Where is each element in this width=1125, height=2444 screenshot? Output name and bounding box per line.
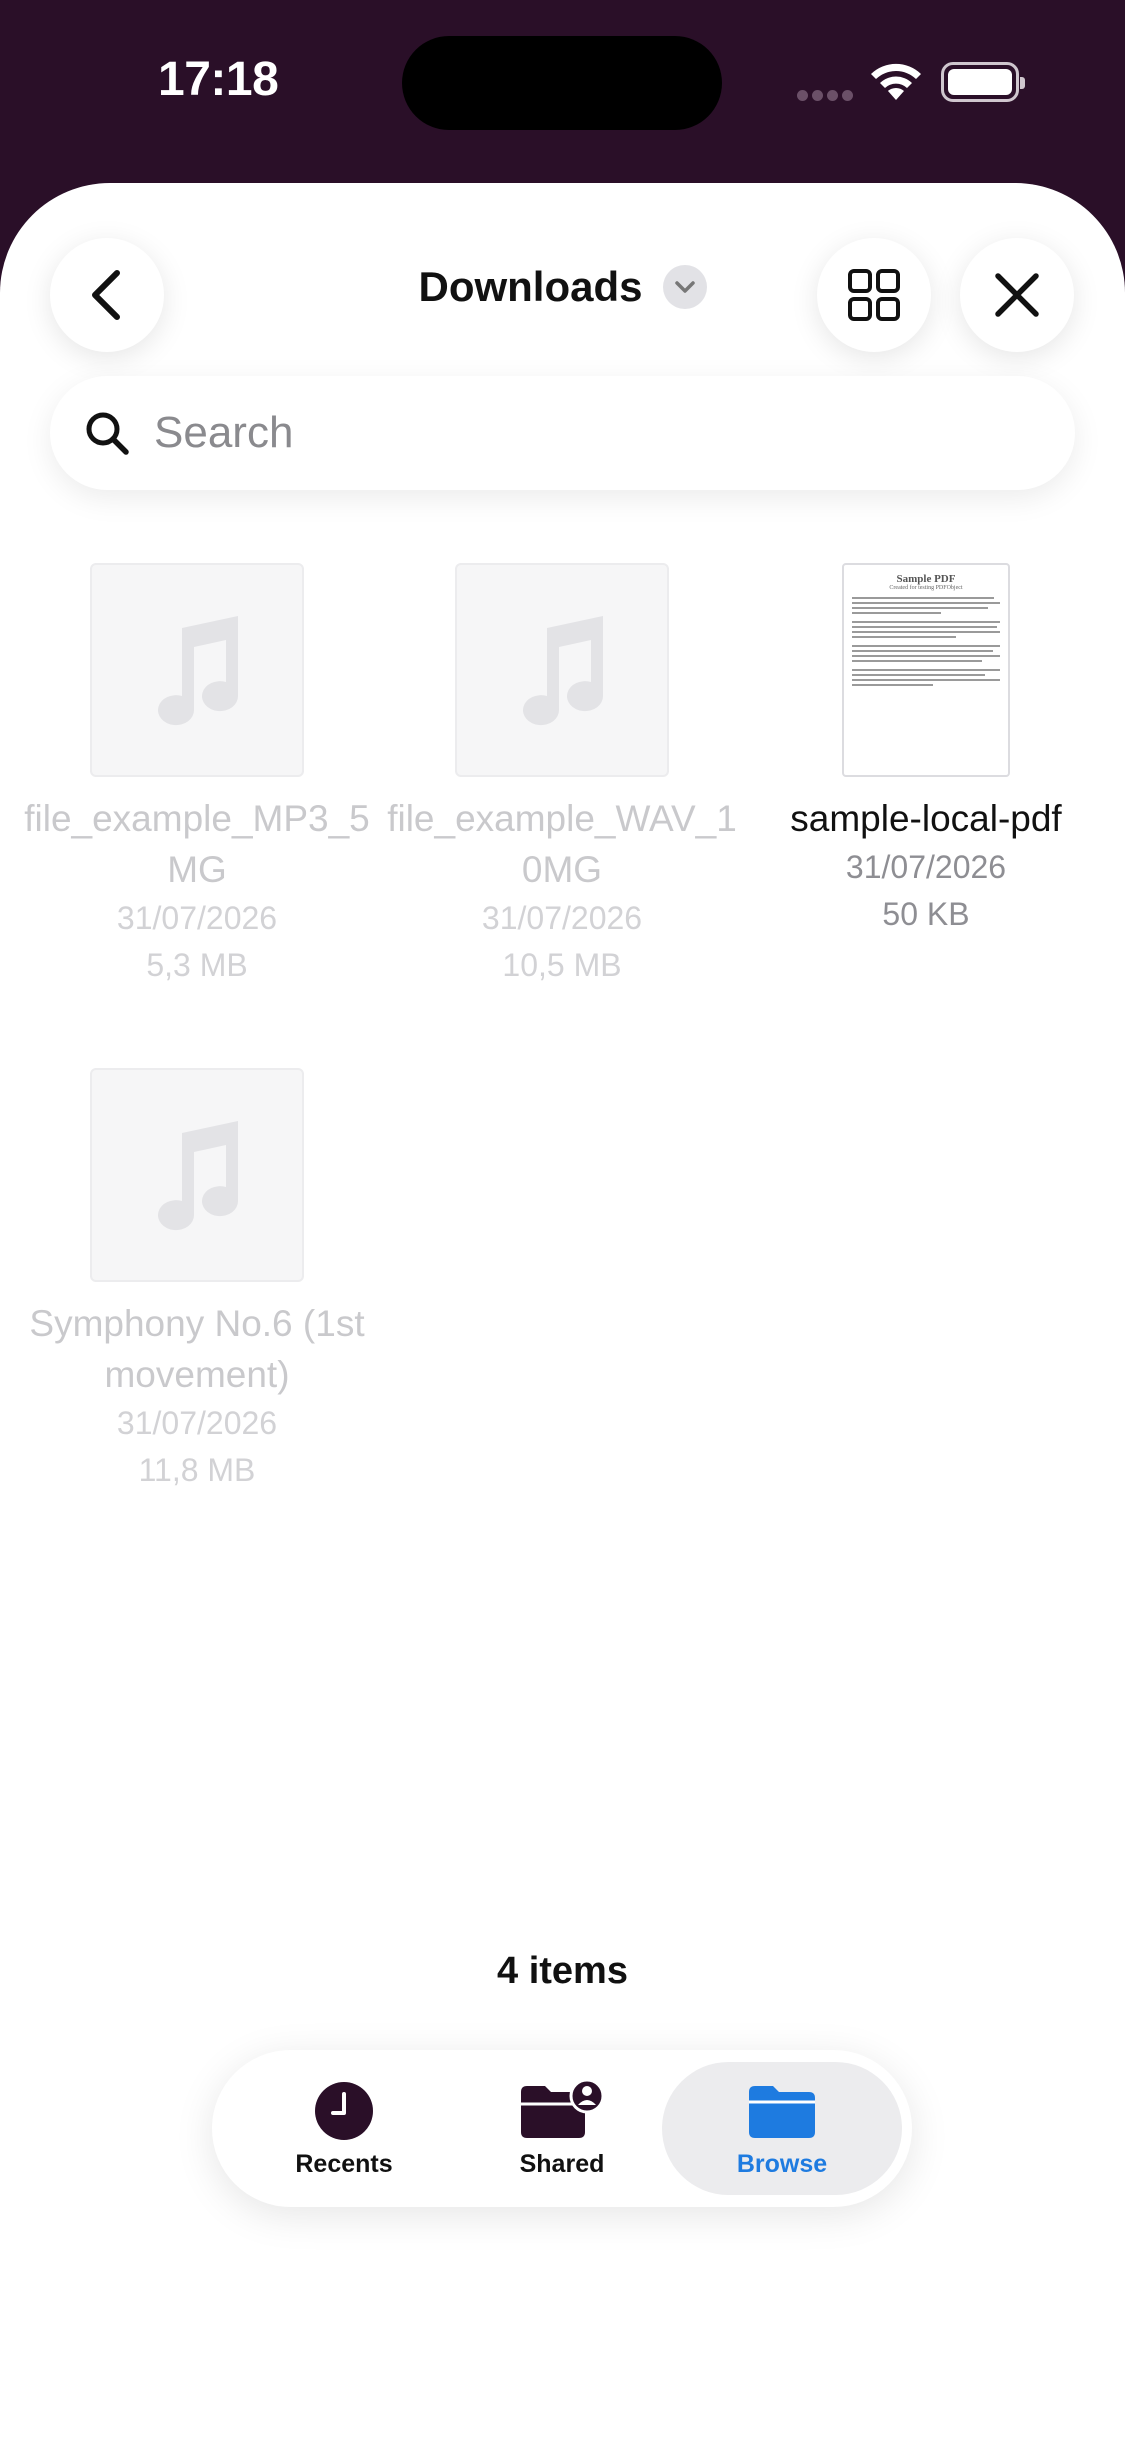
close-icon: [995, 273, 1039, 317]
search-input[interactable]: [154, 408, 1034, 458]
shared-folder-icon: [521, 2080, 605, 2138]
pdf-thumb-title: Sample PDF: [896, 573, 956, 585]
file-name: Symphony No.6 (1st movement): [29, 1303, 365, 1395]
close-button[interactable]: [960, 238, 1074, 352]
file-name: sample-local-pdf: [790, 798, 1062, 839]
file-size: 50 KB: [882, 896, 970, 932]
file-size: 11,8 MB: [138, 1452, 256, 1488]
folder-icon: [749, 2086, 815, 2138]
file-date: 31/07/2026: [116, 900, 278, 936]
battery-icon: [941, 62, 1025, 102]
wifi-icon: [871, 63, 921, 100]
status-bar: 17:18: [0, 0, 1125, 180]
page-title: Downloads: [418, 263, 643, 310]
tab-recents[interactable]: Recents: [224, 2062, 464, 2195]
file-size: 10,5 MB: [502, 947, 622, 983]
status-time: 17:18: [158, 53, 279, 106]
music-note-icon: [90, 1068, 304, 1282]
music-note-icon: [455, 563, 669, 777]
file-name: file_example_MP3_5MG: [24, 798, 370, 890]
tab-bar: Recents Shared Browse: [212, 2050, 912, 2207]
tab-label: Shared: [519, 2150, 605, 2178]
file-size: 5,3 MB: [146, 947, 248, 983]
pdf-thumb-subtitle: Created for testing PDFObject: [889, 585, 963, 591]
tab-browse[interactable]: Browse: [662, 2062, 902, 2195]
item-count: 4 items: [497, 1950, 628, 1992]
title-menu[interactable]: Downloads: [0, 263, 1125, 311]
view-options-button[interactable]: [817, 238, 931, 352]
file-item[interactable]: Sample PDF Created for testing PDFObject: [743, 563, 1109, 938]
dynamic-island: [402, 36, 722, 130]
file-item[interactable]: file_example_WAV_10MG 31/07/2026 10,5 MB: [379, 563, 745, 989]
grid-icon: [848, 269, 900, 321]
music-note-icon: [90, 563, 304, 777]
file-name: file_example_WAV_10MG: [387, 798, 737, 890]
file-date: 31/07/2026: [481, 900, 643, 936]
search-icon: [86, 412, 129, 455]
chevron-down-icon: [662, 265, 707, 309]
pdf-thumbnail: Sample PDF Created for testing PDFObject: [819, 563, 1033, 777]
clock-icon: [315, 2082, 373, 2140]
search-bar[interactable]: [50, 376, 1075, 490]
file-date: 31/07/2026: [845, 849, 1007, 885]
tab-label: Recents: [295, 2150, 393, 2178]
file-browser-sheet: Downloads file_example_MP3_5MG 31/07/202…: [0, 183, 1125, 2444]
file-item[interactable]: file_example_MP3_5MG 31/07/2026 5,3 MB: [14, 563, 380, 989]
cellular-signal-icon: [797, 88, 857, 106]
tab-label: Browse: [736, 2150, 828, 2178]
file-item[interactable]: Symphony No.6 (1st movement) 31/07/2026 …: [14, 1068, 380, 1494]
file-date: 31/07/2026: [116, 1405, 278, 1441]
tab-shared[interactable]: Shared: [442, 2062, 682, 2195]
